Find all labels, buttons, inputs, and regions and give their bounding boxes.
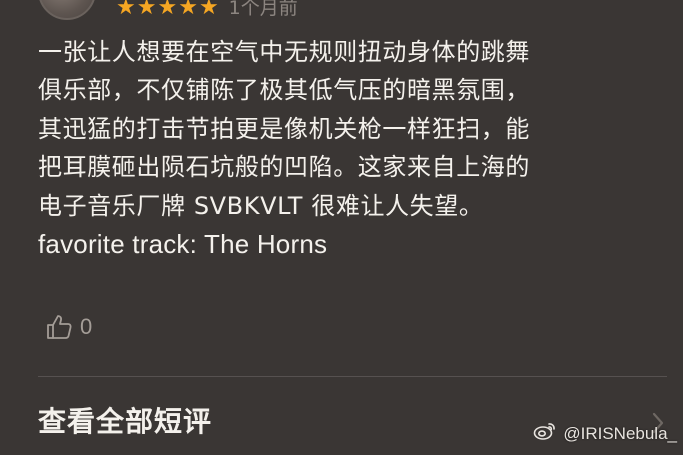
favorite-track: favorite track: The Horns (38, 229, 328, 260)
review-line: 把耳膜砸出陨石坑般的凹陷。这家来自上海的 (38, 153, 530, 182)
review-line: 一张让人想要在空气中无规则扭动身体的跳舞 (38, 38, 530, 66)
view-all-reviews-link[interactable]: 查看全部短评 (38, 402, 212, 442)
review-text: 一张让人想要在空气中无规则扭动身体的跳舞 俱乐部，不仅铺陈了极其低气压的暗黑氛围… (38, 33, 663, 263)
like-button[interactable]: 0 (44, 310, 92, 344)
divider (38, 376, 667, 377)
star-icon: ★ (198, 0, 219, 20)
review-line: 俱乐部，不仅铺陈了极其低气压的暗黑氛围， (38, 76, 530, 105)
watermark-text: @IRISNebula_ (563, 423, 677, 443)
weibo-logo-icon (533, 421, 557, 446)
watermark: @IRISNebula_ (533, 421, 677, 446)
rating-row: ★ ★ ★ ★ ★ 1个月前 (116, 0, 298, 22)
review-timestamp: 1个月前 (228, 0, 298, 19)
review-line: 其迅猛的打击节拍更是像机关枪一样狂扫，能 (38, 114, 530, 143)
reviewer-avatar[interactable] (38, 0, 96, 20)
star-rating: ★ ★ ★ ★ ★ (116, 0, 219, 19)
thumbs-up-icon (44, 312, 74, 342)
star-icon: ★ (157, 0, 178, 20)
review-line: 电子音乐厂牌 SVBKVLT 很难让人失望。 (38, 191, 484, 220)
star-icon: ★ (136, 0, 157, 20)
like-count: 0 (80, 314, 93, 339)
star-icon: ★ (178, 0, 198, 20)
star-icon: ★ (116, 0, 136, 20)
